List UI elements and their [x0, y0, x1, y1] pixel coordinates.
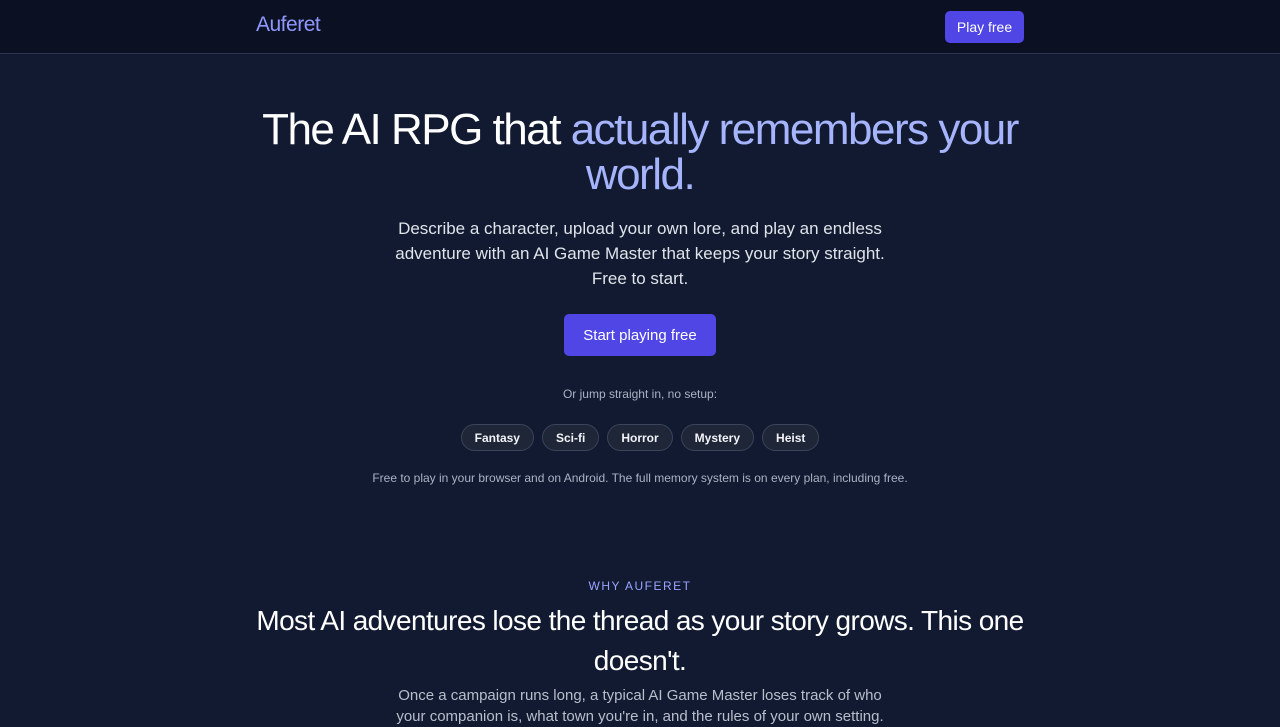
brand-logo[interactable]: Auferet — [256, 13, 321, 37]
hero-title: The AI RPG that actually remembers your … — [240, 107, 1040, 197]
platform-note: Free to play in your browser and on Andr… — [372, 471, 908, 485]
why-section-body: Once a campaign runs long, a typical AI … — [396, 687, 884, 725]
jump-in-label: Or jump straight in, no setup: — [562, 387, 718, 401]
why-section-title: Most AI adventures lose the thread as yo… — [256, 605, 1024, 676]
genre-chip-mystery[interactable]: Mystery — [680, 424, 755, 451]
play-free-button[interactable]: Play free — [945, 11, 1024, 43]
start-playing-button[interactable]: Start playing free — [564, 314, 716, 356]
genre-chip-horror[interactable]: Horror — [607, 424, 673, 451]
genre-chip-heist[interactable]: Heist — [762, 424, 820, 451]
top-nav-bar: Auferet Play free — [0, 0, 1280, 54]
genre-chip-sci-fi[interactable]: Sci-fi — [541, 424, 600, 451]
genre-chips: Fantasy Sci-fi Horror Mystery Heist — [0, 424, 1280, 451]
hero-title-accent: actually remembers your world. — [570, 105, 1020, 199]
hero-title-plain: The AI RPG that — [262, 105, 571, 154]
genre-chip-fantasy[interactable]: Fantasy — [460, 424, 534, 451]
section-eyebrow: WHY AUFERET — [588, 579, 692, 593]
hero-subtitle: Describe a character, upload your own lo… — [395, 219, 885, 288]
